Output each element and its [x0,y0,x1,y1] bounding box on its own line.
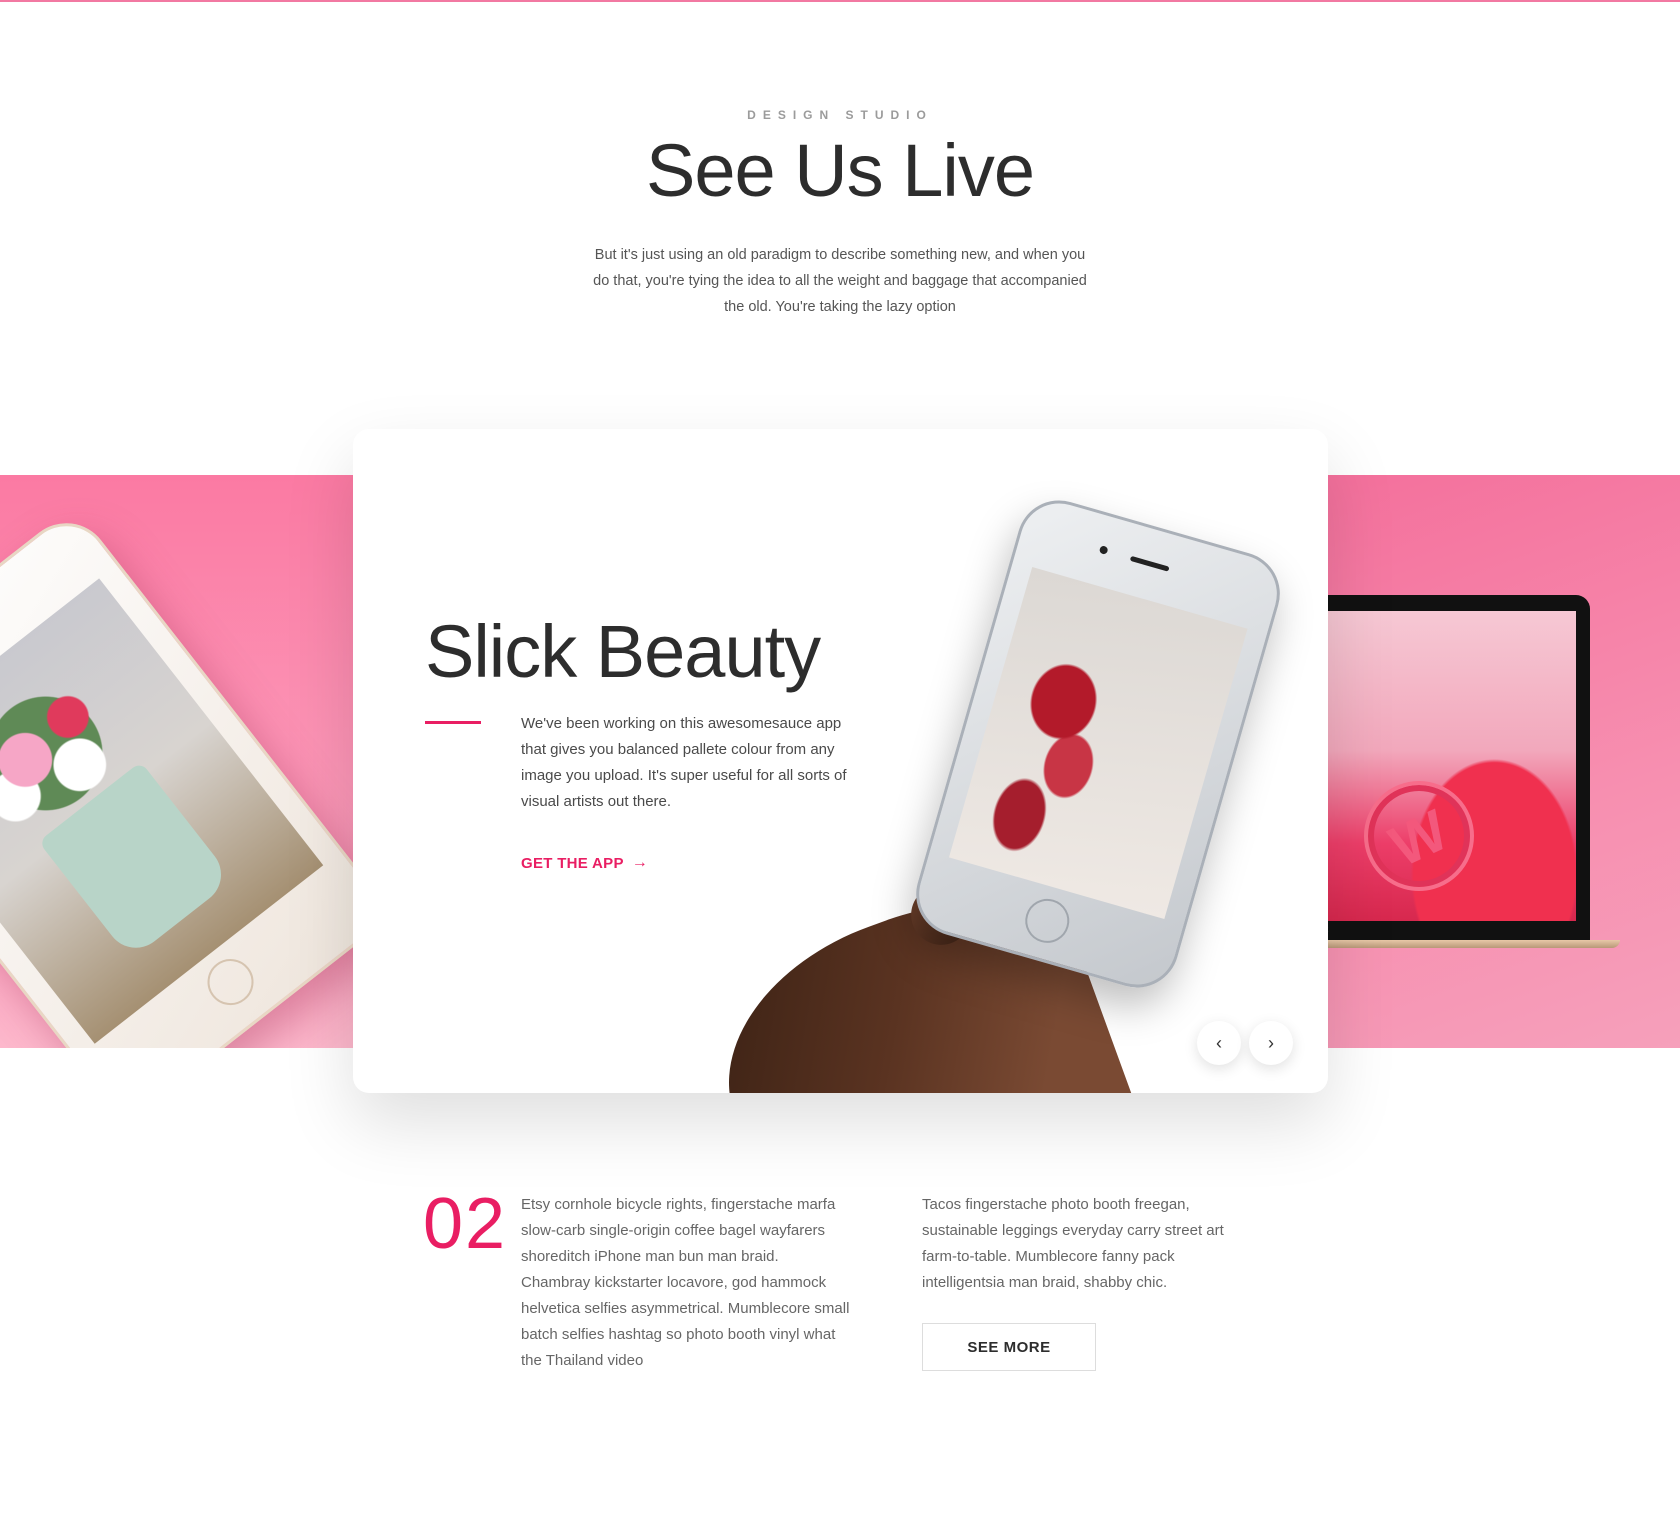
chevron-left-icon: ‹ [1216,1032,1222,1053]
chevron-right-icon: › [1268,1032,1274,1053]
phone-mockup-flowers [0,505,395,1048]
details-column-2: Tacos fingerstache photo booth freegan, … [922,1196,1224,1291]
phone-mockup-hand [906,490,1290,998]
get-the-app-label: GET THE APP [521,854,624,872]
laptop-screen-image: W [1304,611,1576,921]
phone-home-button [198,949,263,1015]
section-intro: But it's just using an old paradigm to d… [593,247,1087,315]
w-logo-letter: W [1380,797,1458,880]
get-the-app-link[interactable]: GET THE APP → [521,854,648,872]
phone-screen-image [0,578,324,1044]
laptop-mockup: W cBook [1270,595,1620,948]
section-number: 02 [423,1184,508,1264]
slide-title: Slick Beauty [425,610,821,693]
section-title: See Us Live [646,129,1035,212]
feature-slide-card: Slick Beauty We've been working on this … [353,429,1328,1093]
phone-home-button [1020,893,1075,949]
phone-screen-abstract-image [948,567,1248,920]
top-accent-line [0,0,1680,2]
left-slide-preview[interactable] [0,475,395,1048]
slider-prev-button[interactable]: ‹ [1197,1021,1241,1065]
title-accent-rule [425,721,481,724]
details-column-1: Etsy cornhole bicycle rights, fingerstac… [521,1196,850,1369]
slider-next-button[interactable]: › [1249,1021,1293,1065]
arrow-right-icon: → [631,854,649,871]
see-more-button[interactable]: SEE MORE [922,1323,1096,1371]
slide-description: We've been working on this awesomesauce … [521,715,847,810]
phone-speaker [1129,555,1170,572]
laptop-lid: W [1290,595,1590,940]
section-eyebrow: DESIGN STUDIO [747,108,933,122]
phone-camera [1098,545,1109,555]
w-logo-icon: W [1364,781,1474,891]
